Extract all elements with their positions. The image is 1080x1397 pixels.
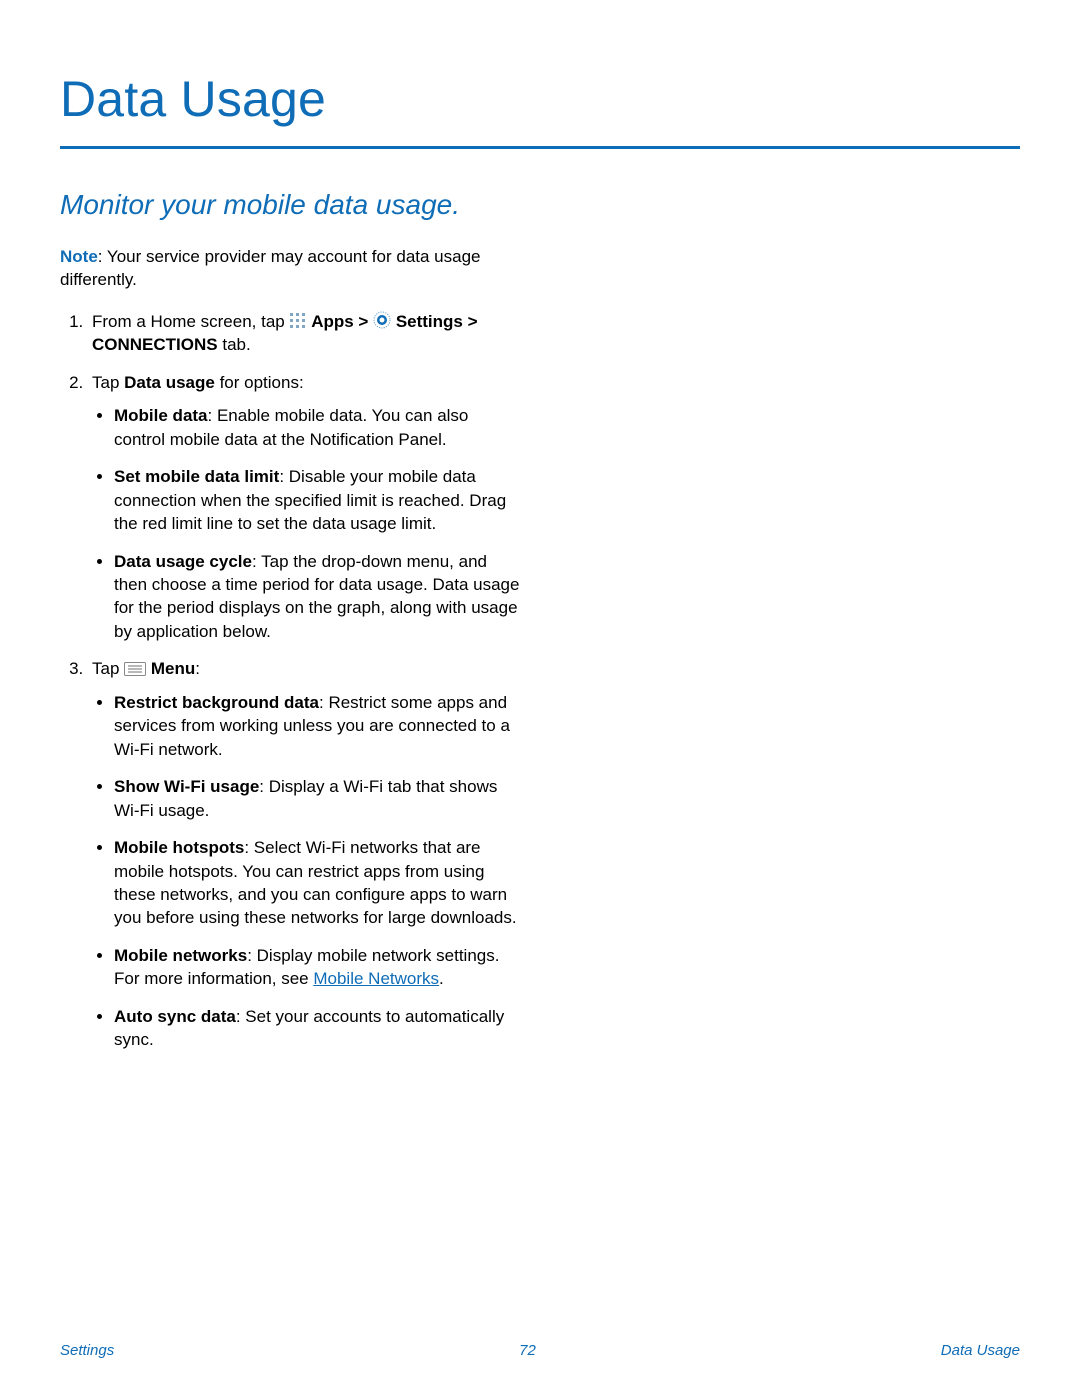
mobile-networks-link[interactable]: Mobile Networks	[313, 969, 439, 988]
restrict-b: Restrict background data	[114, 693, 319, 712]
note-paragraph: Note: Your service provider may account …	[60, 245, 520, 292]
bullet-cycle: Data usage cycle: Tap the drop-down menu…	[114, 550, 520, 644]
autosync-b: Auto sync data	[114, 1007, 236, 1026]
apps-label: Apps	[311, 312, 354, 331]
footer-left: Settings	[60, 1342, 114, 1359]
subtitle: Monitor your mobile data usage.	[60, 189, 1020, 221]
page-title: Data Usage	[60, 70, 1020, 128]
bullet-mobile-data: Mobile data: Enable mobile data. You can…	[114, 404, 520, 451]
networks-b: Mobile networks	[114, 946, 247, 965]
bullet-autosync: Auto sync data: Set your accounts to aut…	[114, 1005, 520, 1052]
cycle-b: Data usage cycle	[114, 552, 252, 571]
tab-label: tab.	[218, 335, 251, 354]
bullet-networks: Mobile networks: Display mobile network …	[114, 944, 520, 991]
step-3: Tap Menu: Restrict background data: Rest…	[88, 657, 520, 1051]
page-footer: Settings 72 Data Usage	[60, 1342, 1020, 1359]
gt2: >	[463, 312, 478, 331]
menu-icon	[124, 662, 146, 676]
bullet-restrict: Restrict background data: Restrict some …	[114, 691, 520, 761]
connections-label: CONNECTIONS	[92, 335, 218, 354]
note-text: : Your service provider may account for …	[60, 247, 481, 289]
data-usage-label: Data usage	[124, 373, 215, 392]
apps-icon	[289, 312, 306, 329]
settings-label: Settings	[396, 312, 463, 331]
step-2: Tap Data usage for options: Mobile data:…	[88, 371, 520, 644]
settings-icon	[373, 311, 391, 329]
step-2-post: for options:	[215, 373, 304, 392]
bullet-wifi: Show Wi-Fi usage: Display a Wi-Fi tab th…	[114, 775, 520, 822]
hotspots-b: Mobile hotspots	[114, 838, 244, 857]
gt1: >	[354, 312, 373, 331]
footer-right: Data Usage	[941, 1342, 1020, 1359]
note-label: Note	[60, 247, 98, 266]
step-3-post: :	[195, 659, 200, 678]
wifi-b: Show Wi-Fi usage	[114, 777, 259, 796]
step-1-pre: From a Home screen, tap	[92, 312, 289, 331]
title-rule	[60, 146, 1020, 149]
footer-center: 72	[519, 1342, 536, 1359]
step-3-pre: Tap	[92, 659, 124, 678]
mobile-data-b: Mobile data	[114, 406, 208, 425]
bullet-hotspots: Mobile hotspots: Select Wi-Fi networks t…	[114, 836, 520, 930]
bullet-set-limit: Set mobile data limit: Disable your mobi…	[114, 465, 520, 535]
menu-label: Menu	[151, 659, 195, 678]
step-1: From a Home screen, tap Apps >	[88, 310, 520, 357]
set-limit-b: Set mobile data limit	[114, 467, 279, 486]
step-2-pre: Tap	[92, 373, 124, 392]
networks-after: .	[439, 969, 444, 988]
